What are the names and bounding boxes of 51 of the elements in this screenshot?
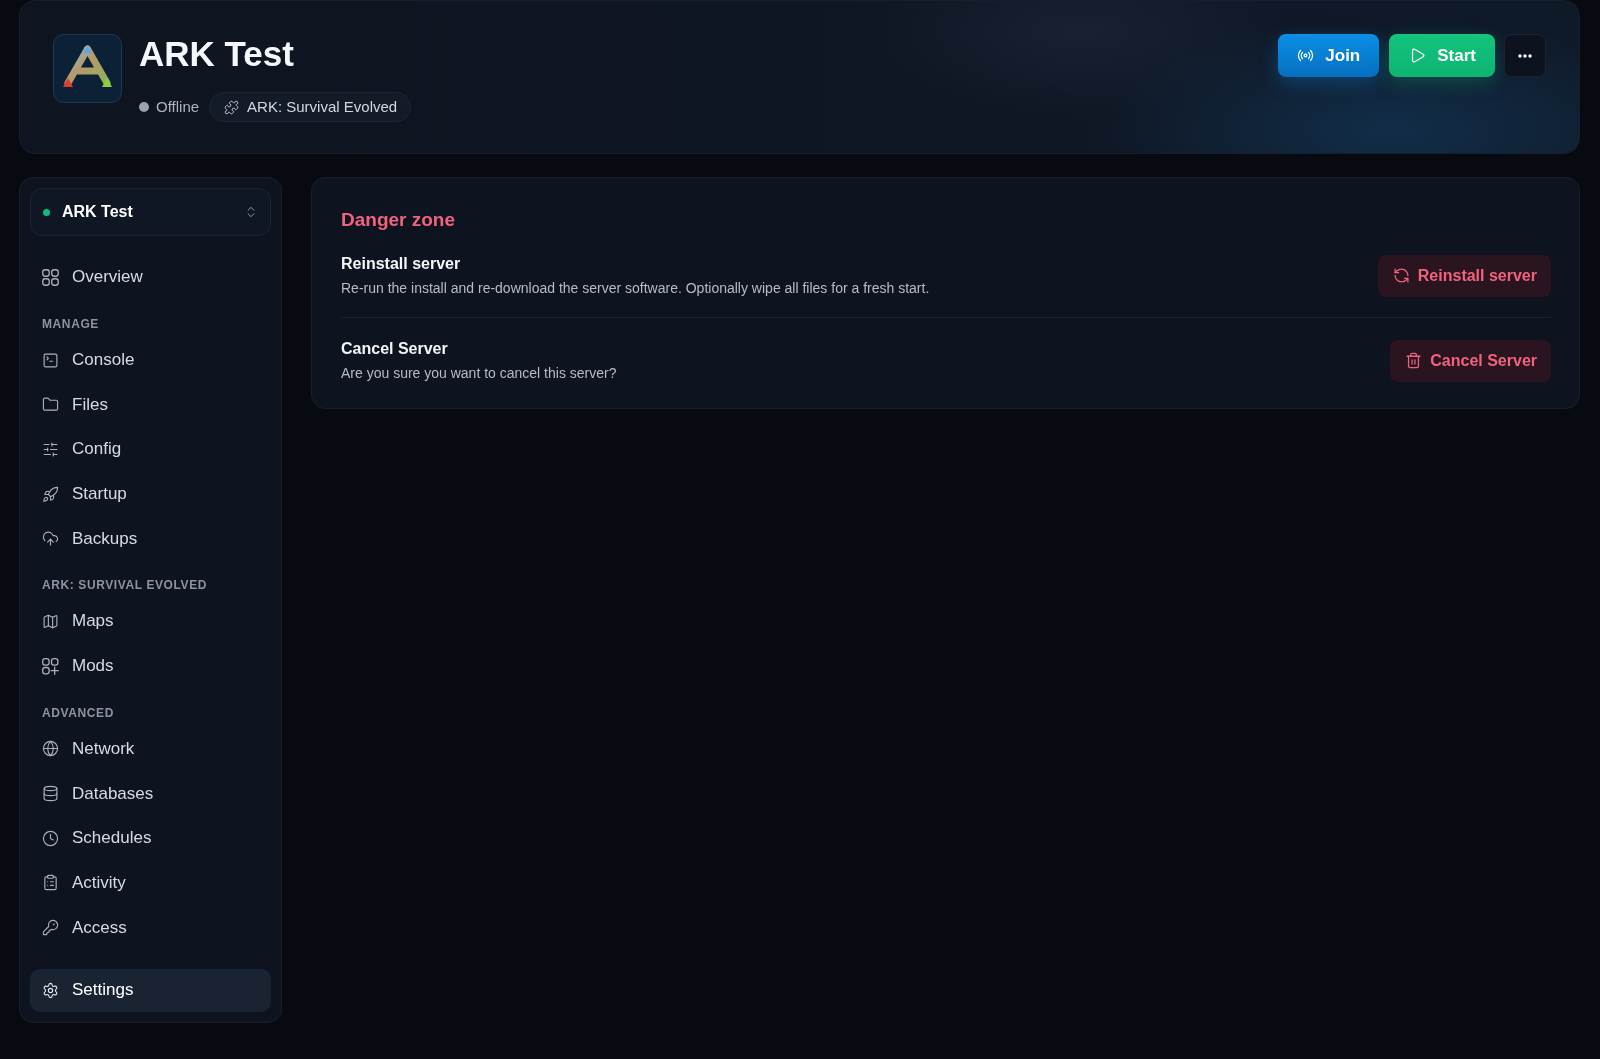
trash-icon [1405,352,1423,369]
clock-icon [42,829,59,847]
sidebar-item[interactable]: Maps [30,599,271,644]
broadcast-icon [1297,47,1315,64]
play-icon [1409,47,1427,64]
section-heading: MANAGE [42,315,99,332]
setting-description: Are you sure you want to cancel this server? [341,364,617,383]
sidebar-item[interactable]: Network [30,726,271,772]
sidebar-item[interactable]: Databases [30,771,271,816]
server-title: ARK Test [139,34,294,74]
status-label: Offline [156,97,200,117]
key-icon [42,919,59,937]
more-icon [1518,53,1532,58]
grid-icon [42,268,59,286]
sidebar-item[interactable]: Overview [30,255,271,300]
sidebar-item[interactable]: Console [30,337,271,383]
join-button[interactable]: Join [1278,34,1380,77]
section-heading: ADVANCED [42,704,114,721]
setting-description: Re-run the install and re-download the server software. Optionally wipe all files for a fresh start. [341,279,930,298]
more-button[interactable] [1504,34,1546,77]
sidebar-item[interactable]: Settings [30,968,271,1012]
panel-title: Danger zone [341,209,456,231]
database-icon [42,785,59,803]
cloud-upload-icon [42,530,59,548]
clipboard-icon [42,874,59,892]
sidebar-item[interactable]: Startup [30,471,271,517]
sidebar-item[interactable]: Access [30,905,271,950]
sidebar-item[interactable]: Files [30,382,271,428]
sidebar-item[interactable]: Backups [30,516,271,562]
setting-title: Reinstall server [341,254,461,274]
puzzle-icon [224,99,240,115]
refresh-icon [1392,267,1410,284]
reinstall-server-button[interactable]: Reinstall server [1377,254,1551,297]
settings-icon [42,981,59,999]
sidebar-item[interactable]: Activity [30,860,271,906]
sliders-icon [42,440,59,458]
globe-icon [42,740,59,758]
squares-plus-icon [42,657,59,675]
section-heading: ARK: SURVIVAL EVOLVED [42,577,208,594]
sidebar-item[interactable]: Config [30,427,271,472]
sidebar-item[interactable]: Schedules [30,815,271,861]
setting-title: Cancel Server [341,339,448,359]
sidebar-item[interactable]: Mods [30,643,271,689]
cancel-server-button[interactable]: Cancel Server [1390,339,1551,382]
terminal-icon [42,351,59,369]
rocket-icon [42,485,59,503]
game-name: ARK: Survival Evolved [247,97,398,117]
map-icon [42,612,59,630]
folder-icon [42,396,59,414]
server-select[interactable]: ARK Test [30,188,271,236]
triangle-logo-icon [53,34,122,103]
